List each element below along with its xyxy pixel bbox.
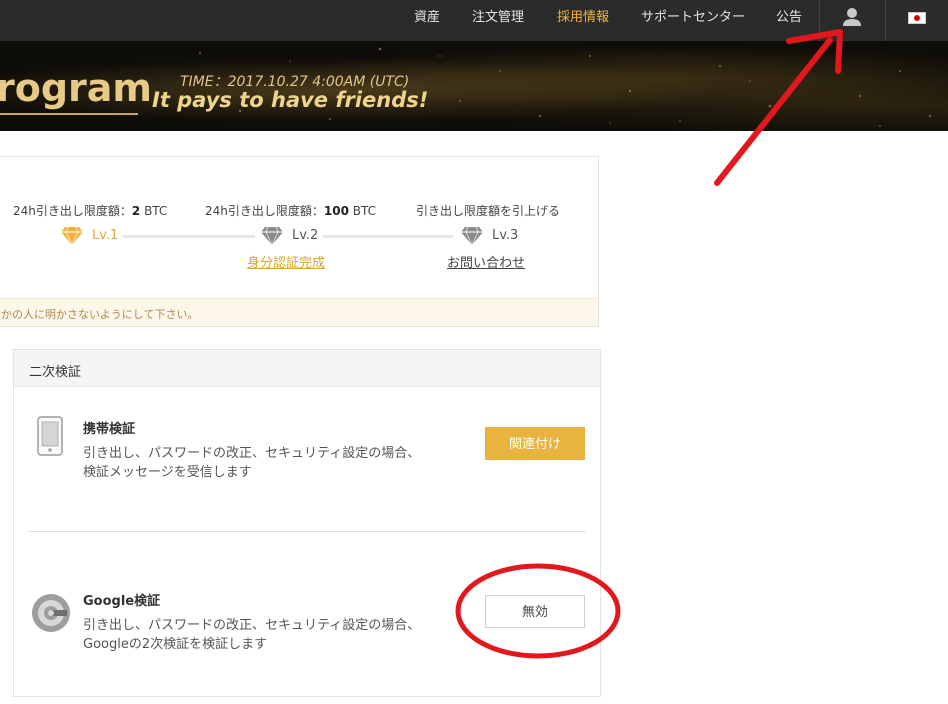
- section-divider: [29, 531, 586, 532]
- nav-announcements[interactable]: 公告: [776, 0, 802, 41]
- diamond-gray-icon: [461, 226, 483, 246]
- diamond-gray-icon: [261, 226, 283, 246]
- banner-slogan: It pays to have friends!: [152, 88, 429, 112]
- security-notice-bar: かの人に明かさないようにして下さい。: [0, 298, 598, 326]
- nav-support-center[interactable]: サポートセンター: [641, 0, 745, 41]
- user-icon: [843, 8, 861, 26]
- withdrawal-level-card: 24h引き出し限度額：2 BTC Lv.1 24h引き出し限度額：100 BTC…: [0, 156, 599, 327]
- level-progress-line: [123, 235, 255, 238]
- google-verification-desc-line1: 引き出し、パスワードの改正、セキュリティ設定の場合、: [83, 618, 421, 633]
- two-factor-title: 二次検証: [29, 365, 82, 380]
- nav-careers[interactable]: 採用情報: [557, 0, 609, 41]
- level-progress-line: [323, 235, 453, 238]
- banner-title: rogram: [0, 66, 153, 110]
- google-verification-desc-line2: Googleの2次検証を検証します: [83, 637, 268, 652]
- phone-verification-title: 携帯検証: [83, 422, 136, 437]
- lv1-label: Lv.1: [92, 228, 119, 243]
- phone-verification-desc-line2: 検証メッセージを受信します: [83, 465, 252, 480]
- language-selector[interactable]: [886, 0, 948, 41]
- page: 資産 注文管理 採用情報 サポートセンター 公告 rogram TIME：201…: [0, 0, 948, 704]
- identity-verification-link[interactable]: 身分認証完成: [247, 252, 325, 271]
- lv3-label: Lv.3: [492, 228, 519, 243]
- contact-us-link[interactable]: お問い合わせ: [447, 252, 525, 271]
- lv2-caption: 24h引き出し限度額：100 BTC: [205, 202, 376, 219]
- nav-orders[interactable]: 注文管理: [472, 0, 524, 41]
- two-factor-header: 二次検証: [14, 350, 600, 387]
- mobile-phone-icon: [37, 416, 63, 456]
- nav-assets[interactable]: 資産: [414, 0, 440, 41]
- lv3-caption: 引き出し限度額を引上げる: [416, 202, 560, 219]
- japan-flag-icon: [908, 12, 926, 24]
- phone-verification-desc-line1: 引き出し、パスワードの改正、セキュリティ設定の場合、: [83, 446, 421, 461]
- link-phone-button[interactable]: 関連付け: [485, 427, 585, 460]
- lv1-caption-unit: BTC: [140, 204, 168, 218]
- lv3-caption-text: 引き出し限度額を引上げる: [416, 204, 561, 218]
- top-navbar: 資産 注文管理 採用情報 サポートセンター 公告: [0, 0, 948, 41]
- google-verification-title: Google検証: [83, 594, 161, 609]
- promo-banner[interactable]: rogram TIME：2017.10.27 4:00AM (UTC) It p…: [0, 41, 948, 131]
- lv1-caption: 24h引き出し限度額：2 BTC: [13, 202, 167, 219]
- google-disable-button[interactable]: 無効: [485, 595, 585, 628]
- lv1-caption-amount: 2: [131, 204, 141, 218]
- lv2-caption-amount: 100: [323, 204, 349, 218]
- google-authenticator-icon: [32, 594, 70, 632]
- banner-title-underline: [0, 113, 138, 115]
- two-factor-card: 二次検証 携帯検証 引き出し、パスワードの改正、セキュリティ設定の場合、 検証メ…: [13, 349, 601, 697]
- lv2-label: Lv.2: [292, 228, 319, 243]
- diamond-gold-icon: [61, 226, 83, 246]
- security-notice-text: かの人に明かさないようにして下さい。: [1, 308, 199, 321]
- user-menu-button[interactable]: [820, 0, 884, 41]
- lv1-caption-prefix: 24h引き出し限度額：: [13, 204, 132, 218]
- lv2-caption-unit: BTC: [348, 204, 377, 218]
- lv2-caption-prefix: 24h引き出し限度額：: [205, 204, 324, 218]
